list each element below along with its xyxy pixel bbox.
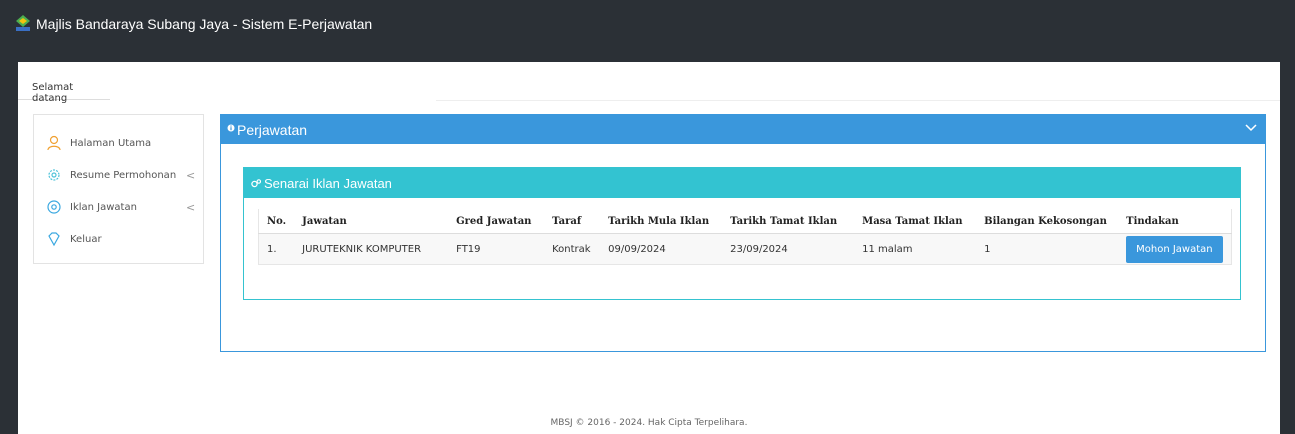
column-header: Tarikh Mula Iklan [600,209,723,234]
sidebar-item-resume-permohonan[interactable]: Resume Permohonan < [46,165,195,185]
info-icon [227,124,235,132]
cell-tarikh-mula: 09/09/2024 [600,233,723,265]
column-header: Gred Jawatan [448,209,545,234]
cell-bilangan: 1 [976,233,1119,265]
table-row: 1. JURUTEKNIK KOMPUTER FT19 Kontrak 09/0… [258,233,1233,265]
sidebar-item-label: Keluar [70,233,102,245]
app-title: Majlis Bandaraya Subang Jaya - Sistem E-… [36,16,373,32]
job-table: No. Jawatan Gred Jawatan Taraf Tarikh Mu… [258,209,1233,265]
cell-gred: FT19 [448,233,545,265]
cell-tindakan: Mohon Jawatan [1118,233,1233,265]
inner-panel-header: Senarai Iklan Jawatan [244,168,1240,198]
gears-icon [251,179,261,188]
cell-jawatan: JURUTEKNIK KOMPUTER [294,233,449,265]
perjawatan-panel: Perjawatan Senarai Iklan Jawatan No. Jaw… [220,114,1266,352]
sidebar: Halaman Utama Resume Permohonan < Iklan … [33,114,204,264]
settings-icon [47,200,61,214]
gear-icon [48,169,60,181]
sidebar-item-label: Resume Permohonan [70,169,177,181]
content-frame: Selamat datang Halaman Utama Resume Perm… [18,62,1280,434]
column-header: No. [258,209,295,234]
chevron-left-icon: < [186,200,196,214]
mohon-jawatan-button[interactable]: Mohon Jawatan [1126,235,1223,263]
table-header-row: No. Jawatan Gred Jawatan Taraf Tarikh Mu… [258,209,1233,234]
sidebar-item-iklan-jawatan[interactable]: Iklan Jawatan < [46,197,195,217]
cell-tarikh-tamat: 23/09/2024 [722,233,855,265]
panel-header[interactable]: Perjawatan [221,115,1265,144]
user-icon [47,135,61,151]
logo-icon [16,15,30,31]
sidebar-item-keluar[interactable]: Keluar [46,229,102,249]
chevron-left-icon: < [186,168,196,182]
sidebar-item-halaman-utama[interactable]: Halaman Utama [46,133,151,153]
cell-masa-tamat: 11 malam [854,233,977,265]
top-bar: Majlis Bandaraya Subang Jaya - Sistem E-… [0,0,1295,52]
column-header: Jawatan [294,209,449,234]
column-header: Masa Tamat Iklan [854,209,977,234]
sidebar-item-label: Halaman Utama [70,137,152,149]
tab-selamat-datang[interactable]: Selamat datang [18,76,110,104]
inner-panel-title: Senarai Iklan Jawatan [264,176,392,191]
divider [436,100,1280,101]
panel-title: Perjawatan [237,122,308,138]
cell-taraf: Kontrak [544,233,601,265]
column-header: Bilangan Kekosongan [976,209,1119,234]
column-header: Tindakan [1118,209,1233,234]
job-list-panel: Senarai Iklan Jawatan No. Jawatan Gred J… [243,167,1241,300]
column-header: Taraf [544,209,601,234]
column-header: Tarikh Tamat Iklan [722,209,855,234]
chevron-down-icon[interactable] [1245,124,1257,132]
sidebar-item-label: Iklan Jawatan [70,201,137,213]
diamond-icon [48,232,60,247]
cell-no: 1. [258,233,295,265]
footer-copyright: MBSJ © 2016 - 2024. Hak Cipta Terpelihar… [550,418,748,428]
